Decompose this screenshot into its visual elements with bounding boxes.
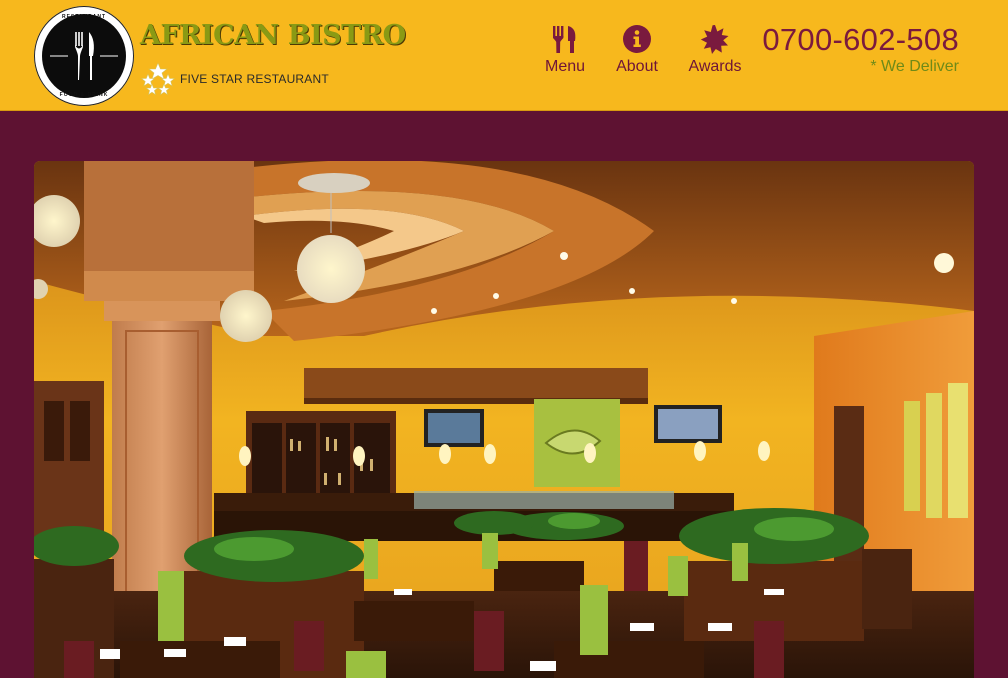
nav-awards-label: Awards <box>688 58 742 75</box>
logo-ring-bottom-text: FOOD & DRINK <box>59 92 109 98</box>
logo-badge[interactable]: RESTAURANT FOOD & DRINK <box>34 6 134 106</box>
restaurant-interior-image <box>34 161 974 678</box>
info-circle-icon <box>623 25 651 53</box>
brand-title[interactable]: AFRICAN BISTRO <box>140 20 406 51</box>
logo-inner <box>42 14 126 98</box>
tagline: FIVE STAR RESTAURANT <box>180 72 329 86</box>
nav-about-label: About <box>616 58 658 75</box>
award-burst-icon <box>700 25 729 54</box>
nav-awards[interactable]: Awards <box>684 24 746 76</box>
fork-knife-icon <box>50 32 118 80</box>
restaurant-interior-photo <box>34 161 974 678</box>
site-header: RESTAURANT FOOD & DRINK AFRICAN BISTRO F… <box>0 0 1008 111</box>
nav-about[interactable]: About <box>610 24 664 76</box>
nav-menu-label: Menu <box>544 58 586 75</box>
delivery-note: * We Deliver <box>870 58 959 75</box>
nav-menu[interactable]: Menu <box>540 24 590 76</box>
phone-number[interactable]: 0700-602-508 <box>762 22 959 58</box>
star-cluster-icon <box>140 62 176 96</box>
fork-knife-icon <box>553 26 576 53</box>
